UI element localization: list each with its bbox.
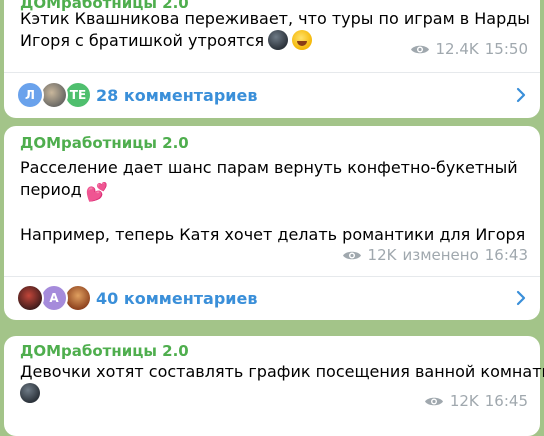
- message-bubble: ДОМработницы 2.0 Девочки хотят составлят…: [4, 336, 544, 436]
- comments-button[interactable]: Л TE 28 комментариев: [4, 73, 540, 117]
- comments-label: 28 комментариев: [96, 85, 258, 105]
- avatar: [40, 81, 68, 109]
- view-count: 12K: [367, 246, 397, 264]
- avatar: А: [40, 284, 68, 312]
- message-line: Кэтик Квашникова переживает, что туры по…: [20, 9, 530, 28]
- message-time: 16:45: [484, 392, 528, 410]
- edited-label: изменено: [402, 246, 479, 264]
- channel-name[interactable]: ДОМработницы 2.0: [20, 134, 189, 152]
- view-count: 12.4K: [435, 40, 479, 58]
- message-line: период: [20, 180, 82, 199]
- avatar: Л: [16, 81, 44, 109]
- message-line: Девочки хотят составлять график посещени…: [20, 362, 544, 381]
- message-bubble: ДОМработницы 2.0 Расселение дает шанс па…: [4, 126, 540, 320]
- message-meta: 12.4K 15:50: [410, 40, 528, 58]
- sparkling-heart-emoji-icon: 💕: [85, 182, 109, 203]
- message-time: 16:43: [484, 246, 528, 264]
- message-meta: 12K изменено 16:43: [342, 246, 528, 264]
- message-line: Расселение дает шанс парам вернуть конфе…: [20, 158, 518, 177]
- laughing-emoji-icon: [292, 30, 313, 50]
- eye-icon: [342, 251, 361, 259]
- commenter-avatars: Л TE: [16, 81, 96, 109]
- avatar: [64, 284, 92, 312]
- message-time: 15:50: [484, 40, 528, 58]
- avatar: TE: [64, 81, 92, 109]
- chevron-right-icon[interactable]: [516, 87, 526, 103]
- message-line: Например, теперь Катя хочет делать роман…: [20, 225, 526, 244]
- message-meta: 12K 16:45: [424, 392, 528, 410]
- comments-button[interactable]: А 40 комментариев: [4, 276, 540, 320]
- message-line: Игоря с братишкой утроятся: [20, 31, 265, 50]
- message-text: Расселение дает шанс парам вернуть конфе…: [20, 157, 526, 246]
- dark-moon-emoji-icon: [268, 30, 289, 50]
- view-count: 12K: [449, 392, 479, 410]
- chevron-right-icon[interactable]: [516, 290, 526, 306]
- channel-name[interactable]: ДОМработницы 2.0: [20, 342, 189, 360]
- message-bubble: ДОМработницы 2.0 Кэтик Квашникова пережи…: [4, 0, 540, 118]
- eye-icon: [424, 397, 443, 405]
- empty-line: [20, 202, 526, 224]
- eye-icon: [410, 45, 429, 53]
- dark-moon-emoji-icon: [20, 383, 40, 403]
- avatar: [16, 284, 44, 312]
- comments-label: 40 комментариев: [96, 288, 258, 308]
- commenter-avatars: А: [16, 284, 96, 312]
